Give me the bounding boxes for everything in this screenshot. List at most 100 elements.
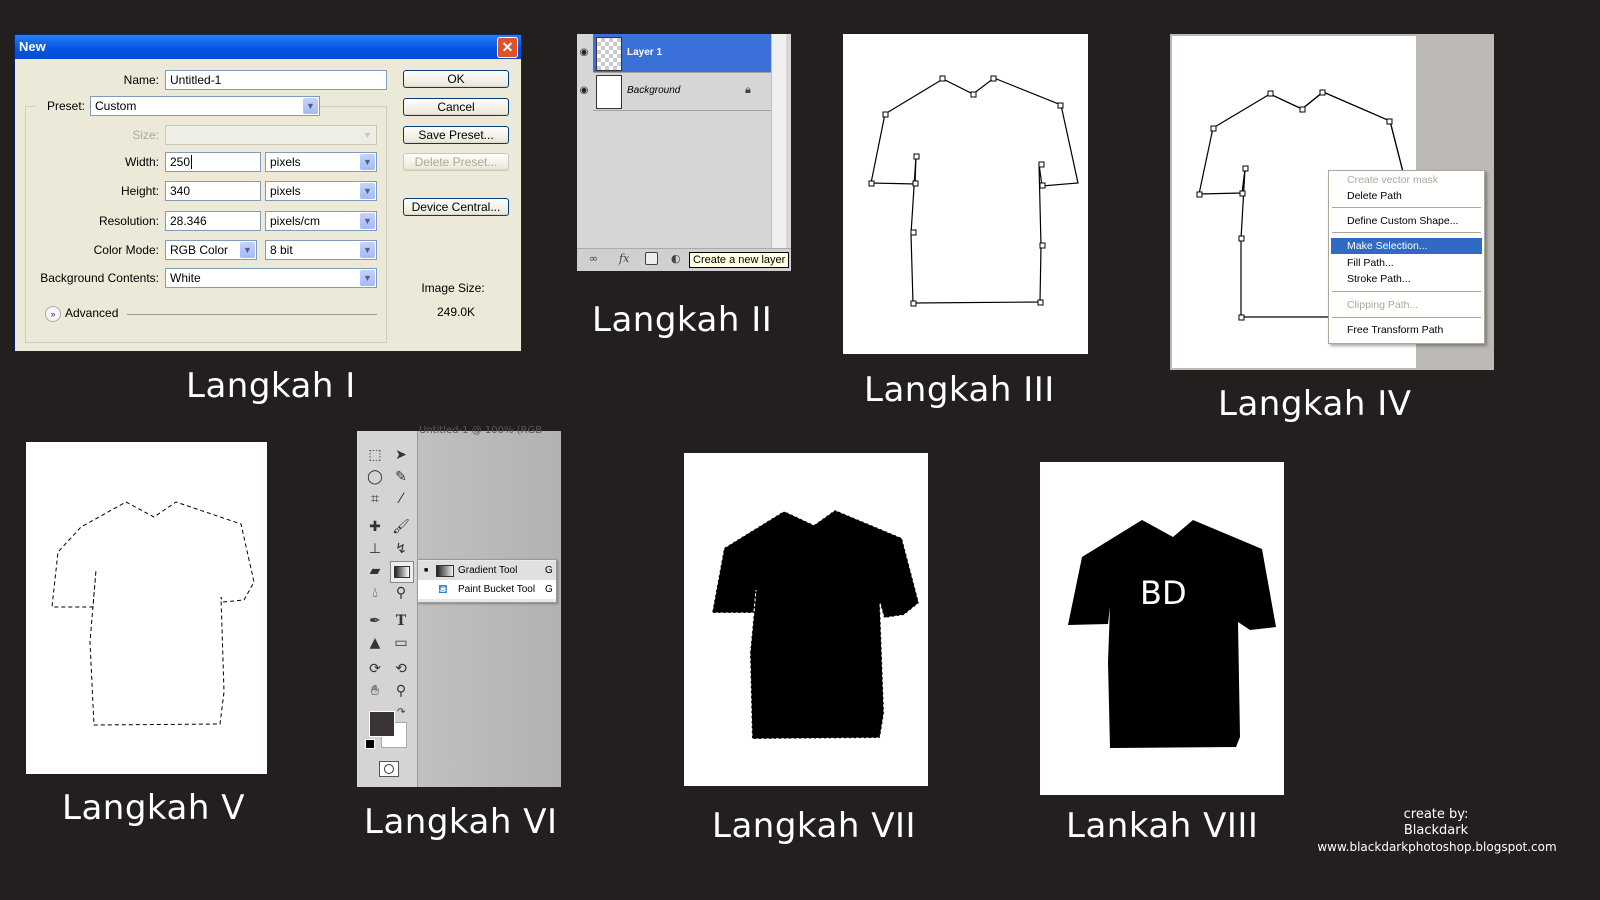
image-size-value: 249.0K: [436, 305, 476, 319]
device-central-button[interactable]: Device Central...: [403, 198, 509, 216]
chevron-down-icon: ▼: [240, 242, 255, 258]
menu-item-stroke-path[interactable]: Stroke Path...: [1331, 271, 1482, 287]
flyout-item-paint-bucket-tool[interactable]: ⛾ Paint Bucket Tool G: [418, 580, 556, 599]
menu-item-fill-path[interactable]: Fill Path...: [1331, 255, 1482, 271]
resolution-unit-select[interactable]: pixels/cm ▼: [265, 211, 377, 231]
resolution-label: Resolution:: [98, 214, 159, 228]
ok-button[interactable]: OK: [403, 70, 509, 88]
bg-contents-select[interactable]: White ▼: [165, 268, 377, 288]
link-layers-icon[interactable]: ∞: [589, 252, 598, 265]
layers-panel: Layer 1 ◉ Background 🔒︎ ◉ ∞ fx ◐ Create …: [577, 34, 791, 271]
size-select: ▼: [165, 125, 377, 145]
close-icon[interactable]: ✕: [497, 37, 518, 58]
advanced-divider: [127, 314, 377, 315]
menu-item-define-custom-shape[interactable]: Define Custom Shape...: [1331, 213, 1482, 229]
height-label: Height:: [120, 184, 159, 198]
width-unit-select[interactable]: pixels ▼: [265, 152, 377, 172]
step-label-1: Langkah I: [186, 366, 356, 406]
bit-depth-select[interactable]: 8 bit ▼: [265, 240, 377, 260]
default-colors-icon[interactable]: [365, 739, 375, 749]
width-input[interactable]: 250: [165, 152, 261, 172]
chevron-down-icon: ▼: [360, 127, 375, 143]
path-selection-tool-icon[interactable]: ▲: [364, 633, 386, 653]
quick-mask-icon[interactable]: [379, 761, 399, 777]
width-unit-value: pixels: [270, 155, 301, 169]
menu-item-delete-path[interactable]: Delete Path: [1331, 188, 1482, 204]
eyedropper-tool-icon[interactable]: ⁄: [390, 489, 412, 509]
step-label-5: Langkah V: [62, 788, 245, 828]
name-label: Name:: [123, 73, 159, 87]
adjustment-layer-icon[interactable]: ◐: [671, 252, 681, 265]
tshirt-path: [868, 75, 1079, 307]
foreground-color-swatch[interactable]: [369, 711, 395, 737]
move-tool-icon[interactable]: ➤: [390, 445, 412, 465]
3d-orbit-tool-icon[interactable]: ⟲: [390, 659, 412, 679]
blur-tool-icon[interactable]: 💧︎: [364, 583, 386, 603]
flyout-item-gradient-tool[interactable]: ■ Gradient Tool G: [418, 561, 556, 580]
eraser-tool-icon[interactable]: ▰: [364, 561, 386, 581]
height-unit-select[interactable]: pixels ▼: [265, 181, 377, 201]
rectangle-tool-icon[interactable]: ▭: [390, 633, 412, 653]
menu-separator: [1332, 317, 1481, 318]
resolution-input[interactable]: 28.346: [165, 211, 261, 231]
preset-select[interactable]: Custom ▼: [90, 96, 320, 116]
hand-tool-icon[interactable]: ✋︎: [364, 681, 386, 701]
swap-colors-icon[interactable]: ↷: [397, 707, 405, 718]
menu-item-create-vector-mask: Create vector mask: [1347, 174, 1439, 186]
marquee-tool-icon[interactable]: ⬚: [364, 445, 386, 465]
zoom-tool-icon[interactable]: ⚲: [390, 681, 412, 701]
3d-rotate-tool-icon[interactable]: ⟳: [364, 659, 386, 679]
lasso-tool-icon[interactable]: ◯: [364, 467, 386, 487]
menu-item-make-selection[interactable]: Make Selection...: [1331, 238, 1482, 254]
type-tool-icon[interactable]: T: [390, 611, 412, 631]
menu-item-free-transform-path[interactable]: Free Transform Path: [1331, 322, 1482, 338]
advanced-toggle-icon[interactable]: »: [45, 306, 61, 322]
history-brush-tool-icon[interactable]: ↯: [390, 539, 412, 559]
dodge-tool-icon[interactable]: ⚲: [390, 583, 412, 603]
dialog-titlebar: New: [15, 35, 521, 59]
chevron-down-icon: ▼: [360, 242, 375, 258]
step-label-4: Langkah IV: [1218, 384, 1412, 424]
chevron-down-icon: ▼: [360, 183, 375, 199]
dialog-title: New: [19, 39, 46, 54]
credit-line-2: Blackdark: [1403, 823, 1469, 838]
save-preset-button[interactable]: Save Preset...: [403, 126, 509, 144]
color-mode-select[interactable]: RGB Color ▼: [165, 240, 257, 260]
layer-row-layer-1[interactable]: Layer 1: [593, 34, 771, 73]
cancel-button[interactable]: Cancel: [403, 98, 509, 116]
healing-brush-tool-icon[interactable]: ✚: [364, 517, 386, 537]
layer-row-background[interactable]: Background 🔒︎: [593, 72, 771, 111]
width-label: Width:: [124, 155, 159, 169]
color-mode-label: Color Mode:: [93, 243, 159, 257]
delete-preset-button: Delete Preset...: [403, 153, 509, 171]
clone-stamp-tool-icon[interactable]: ⊥: [364, 539, 386, 559]
tshirt-text: BD: [1140, 574, 1187, 612]
pen-tool-icon[interactable]: ✒: [364, 611, 386, 631]
paint-bucket-icon: ⛾: [438, 582, 448, 596]
new-document-dialog: New ✕ Name: Untitled-1 Preset: Custom ▼ …: [14, 34, 522, 352]
brush-tool-icon[interactable]: 🖌︎: [390, 517, 412, 537]
layer-name: Layer 1: [627, 47, 663, 58]
layers-scrollbar[interactable]: [771, 34, 786, 248]
chevron-down-icon: ▼: [360, 270, 375, 286]
quick-selection-tool-icon[interactable]: ✎: [390, 467, 412, 487]
fx-icon[interactable]: fx: [619, 252, 629, 265]
gradient-icon: [436, 565, 454, 577]
add-mask-icon[interactable]: [645, 252, 658, 265]
path-canvas: [843, 34, 1088, 354]
eye-icon[interactable]: ◉: [577, 72, 591, 110]
advanced-label: Advanced: [65, 306, 119, 320]
step-label-6: Langkah VI: [364, 802, 558, 842]
flyout-label: Gradient Tool: [458, 565, 518, 576]
menu-separator: [1332, 232, 1481, 233]
step-label-2: Langkah II: [592, 300, 773, 340]
preset-value: Custom: [95, 99, 137, 113]
path-context-canvas: Create vector mask Delete Path Define Cu…: [1170, 34, 1494, 370]
height-unit-value: pixels: [270, 184, 301, 198]
height-input[interactable]: 340: [165, 181, 261, 201]
name-input[interactable]: Untitled-1: [165, 70, 387, 90]
crop-tool-icon[interactable]: ⌗: [364, 489, 386, 509]
gradient-tool-icon[interactable]: [390, 561, 414, 583]
step-label-7: Langkah VII: [712, 806, 917, 846]
eye-icon[interactable]: ◉: [577, 34, 591, 72]
